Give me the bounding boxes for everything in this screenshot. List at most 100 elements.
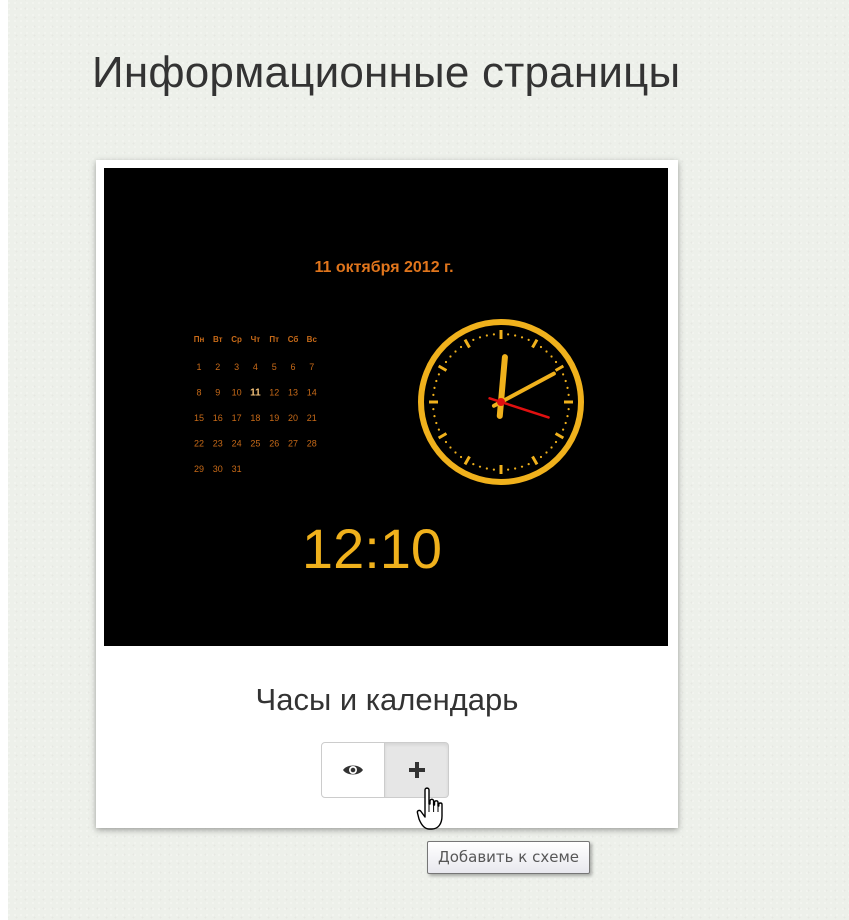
calendar-day: 29 — [194, 464, 204, 474]
widget-card: 11 октября 2012 г. Пн Вт Ср Чт Пт Сб Вс 123456… — [96, 160, 678, 828]
calendar-day: 13 — [288, 388, 298, 398]
page-title: Информационные страницы — [92, 48, 681, 97]
calendar-day: 21 — [307, 413, 317, 423]
clock-minute-dot — [459, 345, 463, 349]
eye-icon — [343, 765, 363, 775]
clock-minute-dot — [472, 463, 475, 466]
calendar-day: 8 — [196, 388, 201, 398]
calendar-weekday: Ср — [231, 335, 242, 344]
clock-minute-dot — [459, 455, 463, 459]
clock-minute-dot — [437, 428, 440, 431]
add-to-scheme-tooltip: Добавить к схеме — [427, 841, 590, 874]
calendar-day: 19 — [269, 413, 279, 423]
hand-pointer-icon — [416, 787, 443, 830]
clock-minute-dot — [444, 360, 448, 364]
calendar-day: 23 — [213, 439, 223, 449]
calendar-day: 30 — [213, 464, 223, 474]
clock-minute-dot — [520, 465, 524, 468]
clock-minute-dot — [566, 386, 569, 389]
clock-minute-dot — [527, 338, 530, 341]
clock-minute-dot — [564, 379, 567, 383]
calendar-day: 7 — [309, 362, 314, 372]
clock-minute-dot — [485, 467, 488, 470]
clock-minute-dot — [567, 393, 570, 396]
clock-calendar-preview: 11 октября 2012 г. Пн Вт Ср Чт Пт Сб Вс 123456… — [104, 168, 668, 646]
clock-minute-dot — [492, 468, 495, 471]
clock-minute-dot — [485, 334, 488, 337]
calendar-weekday: Вс — [307, 335, 318, 344]
clock-minute-dot — [566, 415, 569, 418]
clock-minute-dot — [507, 468, 510, 471]
calendar-day: 20 — [288, 413, 298, 423]
calendar-day: 26 — [269, 439, 279, 449]
calendar-day: 3 — [234, 362, 239, 372]
clock-minute-dot — [449, 446, 452, 449]
calendar-day: 1 — [196, 362, 201, 372]
calendar-day: 15 — [194, 413, 204, 423]
calendar-day: 22 — [194, 439, 204, 449]
calendar-day: 16 — [213, 413, 223, 423]
clock-minute-dot — [432, 408, 435, 411]
clock-minute-dot — [435, 421, 438, 425]
preview-button[interactable] — [321, 742, 385, 798]
clock-minute-dot — [472, 338, 475, 341]
clock-minute-dot — [432, 393, 435, 396]
clock-minute-dot — [545, 451, 548, 454]
calendar-day: 17 — [232, 413, 242, 423]
clock-minute-dot — [454, 451, 457, 454]
clock-minute-dot — [514, 467, 517, 470]
clock-minute-dot — [514, 334, 517, 337]
clock-minute-dot — [444, 440, 448, 444]
digital-time: 12:10 — [302, 517, 442, 580]
clock-minute-dot — [520, 336, 524, 339]
calendar-weekday: Сб — [288, 335, 299, 344]
calendar-day: 2 — [215, 362, 220, 372]
clock-minute-dot — [507, 333, 510, 336]
calendar-day: 9 — [215, 388, 220, 398]
clock-minute-dot — [437, 373, 440, 376]
clock-minute-dot — [433, 386, 436, 389]
left-edge-strip — [0, 0, 8, 920]
calendar-current-day: 11 — [250, 388, 261, 399]
clock-minute-dot — [492, 333, 495, 336]
calendar-weekday: Вт — [213, 335, 223, 344]
calendar-day: 27 — [288, 439, 298, 449]
widget-preview: 11 октября 2012 г. Пн Вт Ср Чт Пт Сб Вс 123456… — [104, 168, 668, 646]
calendar-day: 28 — [307, 439, 317, 449]
calendar-weekday: Пт — [269, 335, 279, 344]
clock-minute-dot — [567, 408, 570, 411]
clock-minute-dot — [478, 465, 482, 468]
clock-minute-dot — [527, 463, 530, 466]
clock-minute-dot — [562, 428, 565, 431]
calendar-day: 12 — [269, 388, 279, 398]
calendar-day: 5 — [272, 362, 277, 372]
calendar-day: 18 — [250, 413, 260, 423]
clock-minute-dot — [550, 446, 553, 449]
widget-title: Часы и календарь — [255, 682, 519, 717]
clock-minute-dot — [539, 455, 543, 459]
preview-date-label: 11 октября 2012 г. — [314, 259, 453, 276]
plus-icon — [408, 762, 425, 778]
clock-minute-dot — [562, 373, 565, 376]
calendar-day: 24 — [232, 439, 242, 449]
clock-minute-dot — [454, 350, 457, 353]
clock-minute-dot — [435, 379, 438, 383]
clock-minute-dot — [478, 336, 482, 339]
clock-center-hub — [497, 398, 505, 406]
clock-minute-dot — [554, 360, 558, 364]
clock-minute-dot — [449, 355, 452, 358]
calendar-day: 14 — [307, 388, 317, 398]
clock-minute-dot — [539, 345, 543, 349]
calendar-weekday: Чт — [251, 335, 261, 344]
calendar-day: 4 — [253, 362, 258, 372]
clock-minute-dot — [554, 440, 558, 444]
calendar-day: 31 — [232, 464, 242, 474]
calendar-weekday: Пн — [194, 335, 205, 344]
calendar-day: 25 — [250, 439, 260, 449]
clock-minute-dot — [550, 355, 553, 358]
clock-minute-dot — [564, 421, 567, 425]
clock-minute-dot — [433, 415, 436, 418]
clock-minute-dot — [545, 350, 548, 353]
calendar-day: 6 — [290, 362, 295, 372]
calendar-day: 10 — [232, 388, 242, 398]
